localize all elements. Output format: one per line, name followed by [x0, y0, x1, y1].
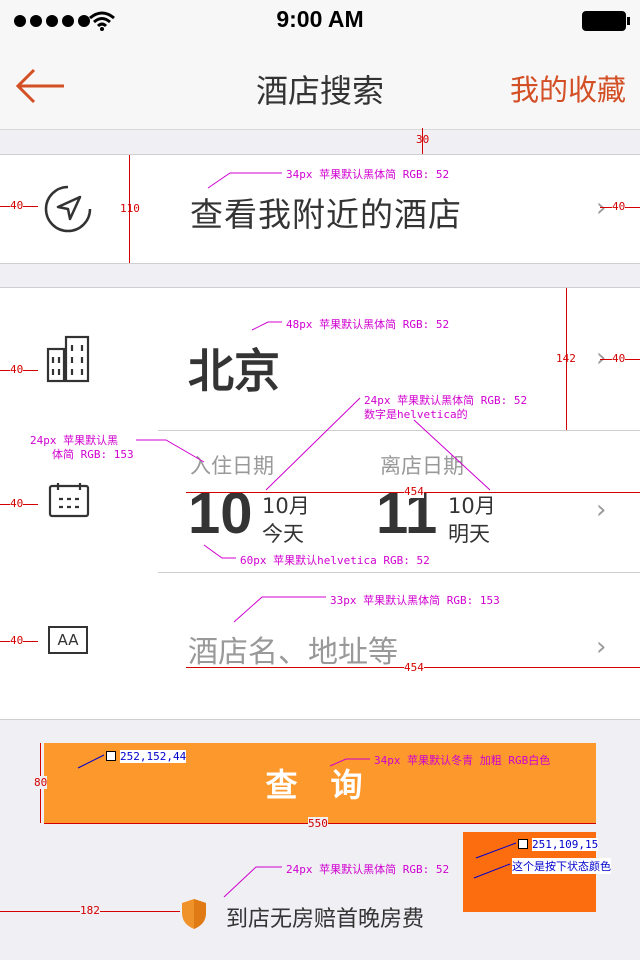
annotation-leaders	[77, 172, 517, 898]
